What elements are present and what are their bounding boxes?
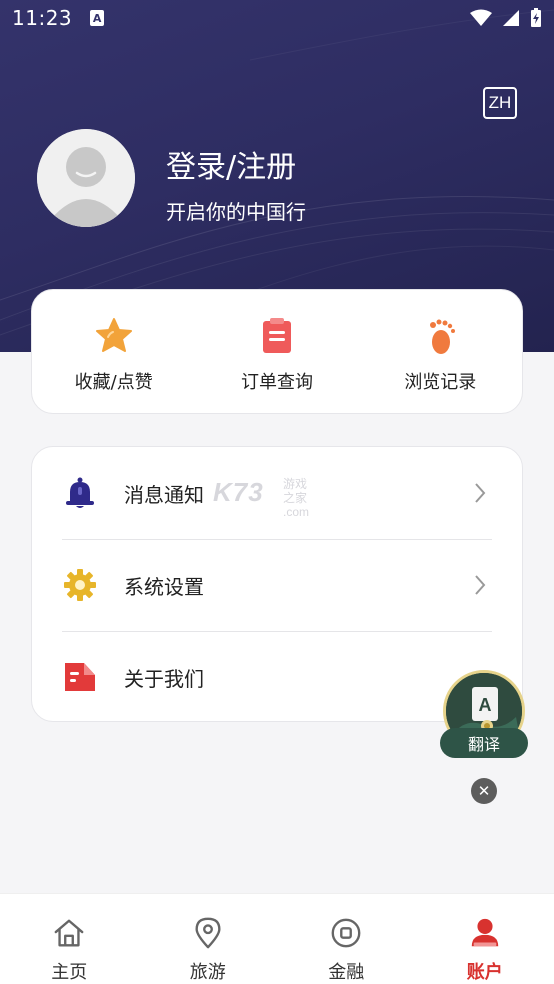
watermark-small: 游戏之家 .com — [283, 477, 309, 519]
quick-history-label: 浏览记录 — [404, 372, 477, 393]
translate-letter: A — [479, 695, 492, 715]
k73-watermark: K73 游戏之家 .com — [213, 477, 309, 519]
quick-actions-card: 收藏/点赞 订单查询 浏览记录 — [31, 289, 523, 414]
tab-home[interactable]: 主页 — [0, 894, 139, 984]
tab-account[interactable]: 账户 — [416, 894, 554, 984]
wifi-icon — [470, 9, 492, 26]
quick-orders[interactable]: 订单查询 — [195, 290, 358, 413]
menu-item-notifications[interactable]: 消息通知 — [32, 447, 524, 539]
star-icon — [95, 318, 132, 352]
quick-favorites[interactable]: 收藏/点赞 — [32, 290, 195, 413]
account-icon — [471, 918, 498, 947]
watermark-line2: .com — [283, 505, 310, 519]
login-register-link[interactable]: 登录/注册 — [166, 142, 296, 186]
tab-account-label: 账户 — [466, 962, 503, 983]
status-icons — [470, 8, 542, 28]
coin-icon — [331, 918, 361, 948]
tab-finance[interactable]: 金融 — [277, 894, 416, 984]
chevron-right-icon — [475, 483, 486, 503]
default-avatar-icon — [37, 129, 135, 227]
tab-home-label: 主页 — [51, 962, 88, 983]
avatar[interactable] — [37, 129, 135, 227]
order-clipboard-icon — [262, 318, 291, 353]
tab-travel[interactable]: 旅游 — [139, 894, 278, 984]
footprint-icon — [430, 319, 456, 354]
language-toggle-button[interactable]: ZH — [483, 87, 517, 119]
bell-icon — [66, 477, 94, 508]
translate-close-button[interactable]: ✕ — [471, 778, 497, 804]
tab-finance-label: 金融 — [328, 962, 365, 983]
watermark-main: K73 — [213, 477, 264, 507]
login-subtitle: 开启你的中国行 — [166, 200, 306, 224]
status-time: 11:23 — [12, 6, 73, 30]
chevron-right-icon — [475, 575, 486, 595]
quick-history[interactable]: 浏览记录 — [359, 290, 522, 413]
menu-item-about-label: 关于我们 — [124, 666, 204, 691]
bottom-tab-bar: 主页 旅游 金融 账户 — [0, 893, 554, 984]
quick-orders-label: 订单查询 — [240, 372, 313, 393]
notification-a-icon: A — [90, 10, 105, 26]
menu-item-settings[interactable]: 系统设置 — [32, 539, 524, 631]
gear-icon — [64, 569, 96, 601]
about-card-icon — [65, 663, 95, 691]
watermark-line1: 游戏之家 — [283, 477, 308, 505]
signal-icon — [503, 10, 519, 26]
status-bar: 11:23 A — [0, 0, 554, 36]
tab-travel-label: 旅游 — [189, 962, 226, 983]
battery-icon — [531, 8, 541, 27]
quick-favorites-label: 收藏/点赞 — [74, 372, 153, 393]
menu-item-settings-label: 系统设置 — [124, 574, 204, 599]
location-pin-icon — [195, 917, 221, 949]
translate-floating-button[interactable]: A 翻译 — [440, 670, 528, 760]
translate-label: 翻译 — [440, 728, 528, 758]
menu-item-notifications-label: 消息通知 — [124, 482, 204, 507]
home-icon — [54, 919, 84, 947]
